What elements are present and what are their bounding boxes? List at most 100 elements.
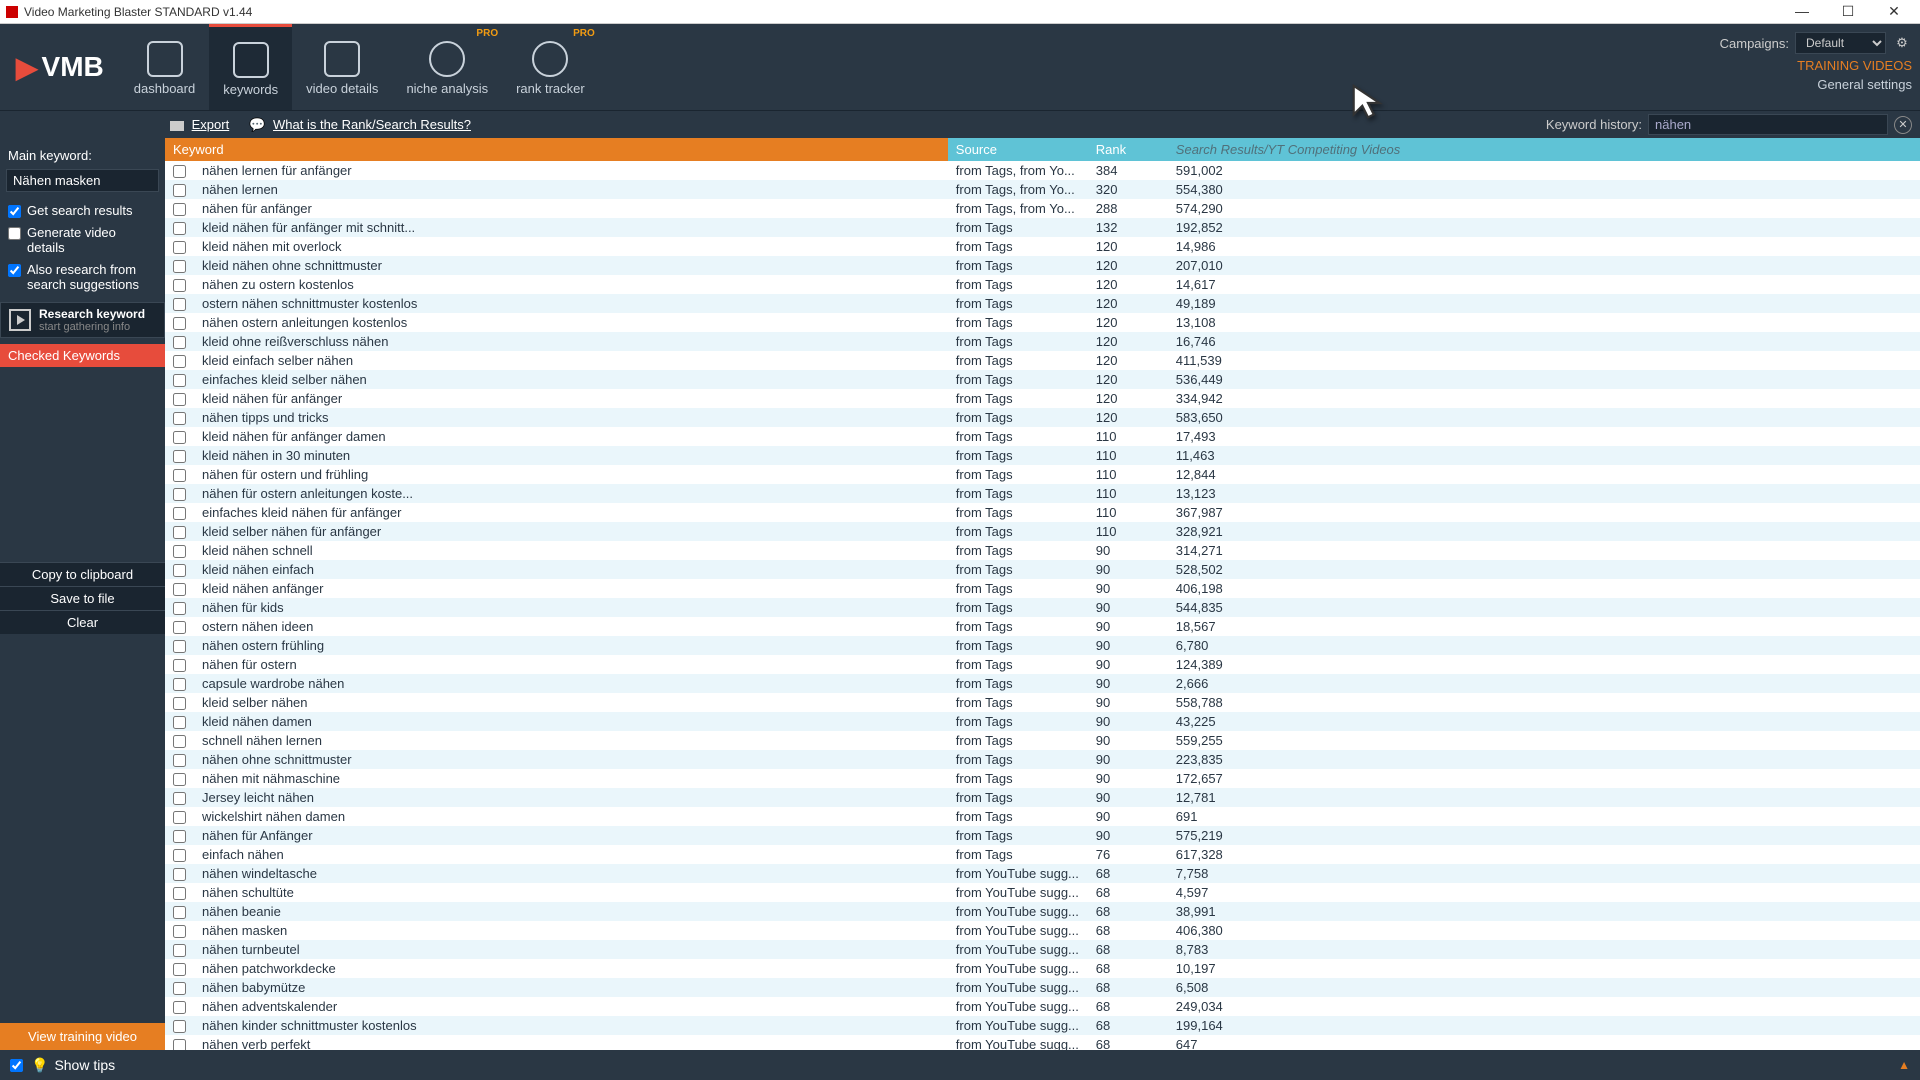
table-row[interactable]: nähen ostern anleitungen kostenlosfrom T… [165,313,1920,332]
table-row[interactable]: nähen für ostern anleitungen koste...fro… [165,484,1920,503]
minimize-button[interactable]: — [1788,3,1816,20]
table-row[interactable]: kleid nähen in 30 minutenfrom Tags11011,… [165,446,1920,465]
generate-video-details-check[interactable]: Generate video details [0,222,165,259]
row-checkbox[interactable] [173,963,186,976]
row-checkbox[interactable] [173,830,186,843]
row-checkbox[interactable] [173,393,186,406]
row-checkbox[interactable] [173,621,186,634]
table-row[interactable]: kleid nähen für anfängerfrom Tags120334,… [165,389,1920,408]
table-row[interactable]: wickelshirt nähen damenfrom Tags90691 [165,807,1920,826]
row-checkbox[interactable] [173,431,186,444]
research-keyword-button[interactable]: Research keyword start gathering info [0,302,165,338]
table-row[interactable]: schnell nähen lernenfrom Tags90559,255 [165,731,1920,750]
row-checkbox[interactable] [173,355,186,368]
main-keyword-input[interactable] [6,169,159,192]
row-checkbox[interactable] [173,279,186,292]
table-row[interactable]: nähen zu ostern kostenlosfrom Tags12014,… [165,275,1920,294]
table-row[interactable]: ostern nähen schnittmuster kostenlosfrom… [165,294,1920,313]
table-row[interactable]: kleid einfach selber nähenfrom Tags12041… [165,351,1920,370]
table-row[interactable]: nähen schultütefrom YouTube sugg...684,5… [165,883,1920,902]
row-checkbox[interactable] [173,716,186,729]
get-search-results-check[interactable]: Get search results [0,200,165,222]
tab-rank-tracker[interactable]: PRO rank tracker [502,24,599,110]
row-checkbox[interactable] [173,944,186,957]
table-row[interactable]: kleid ohne reißverschluss nähenfrom Tags… [165,332,1920,351]
tab-video-details[interactable]: video details [292,24,392,110]
table-row[interactable]: nähen adventskalenderfrom YouTube sugg..… [165,997,1920,1016]
export-link[interactable]: Export [170,117,229,132]
table-row[interactable]: ostern nähen ideenfrom Tags9018,567 [165,617,1920,636]
training-videos-link[interactable]: TRAINING VIDEOS [1797,58,1912,73]
col-results[interactable]: Search Results/YT Competiting Videos [1168,138,1920,161]
row-checkbox[interactable] [173,887,186,900]
row-checkbox[interactable] [173,450,186,463]
row-checkbox[interactable] [173,1001,186,1014]
row-checkbox[interactable] [173,811,186,824]
row-checkbox[interactable] [173,697,186,710]
table-row[interactable]: nähen ostern frühlingfrom Tags906,780 [165,636,1920,655]
table-row[interactable]: kleid nähen für anfänger damenfrom Tags1… [165,427,1920,446]
table-row[interactable]: nähen mit nähmaschinefrom Tags90172,657 [165,769,1920,788]
row-checkbox[interactable] [173,906,186,919]
table-row[interactable]: nähen turnbeutelfrom YouTube sugg...688,… [165,940,1920,959]
table-row[interactable]: nähen ohne schnittmusterfrom Tags90223,8… [165,750,1920,769]
tab-dashboard[interactable]: dashboard [120,24,209,110]
row-checkbox[interactable] [173,184,186,197]
copy-to-clipboard-button[interactable]: Copy to clipboard [0,562,165,586]
row-checkbox[interactable] [173,241,186,254]
col-rank[interactable]: Rank [1088,138,1168,161]
table-row[interactable]: nähen für anfängerfrom Tags, from Yo...2… [165,199,1920,218]
show-tips-check[interactable] [10,1059,23,1072]
table-row[interactable]: nähen für kidsfrom Tags90544,835 [165,598,1920,617]
table-row[interactable]: nähen maskenfrom YouTube sugg...68406,38… [165,921,1920,940]
tab-niche-analysis[interactable]: PRO niche analysis [392,24,502,110]
col-source[interactable]: Source [948,138,1088,161]
table-row[interactable]: nähen windeltaschefrom YouTube sugg...68… [165,864,1920,883]
row-checkbox[interactable] [173,868,186,881]
row-checkbox[interactable] [173,925,186,938]
row-checkbox[interactable] [173,203,186,216]
save-to-file-button[interactable]: Save to file [0,586,165,610]
table-row[interactable]: nähen verb perfektfrom YouTube sugg...68… [165,1035,1920,1050]
row-checkbox[interactable] [173,849,186,862]
row-checkbox[interactable] [173,602,186,615]
table-row[interactable]: nähen kinder schnittmuster kostenlosfrom… [165,1016,1920,1035]
row-checkbox[interactable] [173,754,186,767]
row-checkbox[interactable] [173,374,186,387]
row-checkbox[interactable] [173,982,186,995]
row-checkbox[interactable] [173,735,186,748]
row-checkbox[interactable] [173,488,186,501]
row-checkbox[interactable] [173,564,186,577]
table-row[interactable]: kleid nähen für anfänger mit schnitt...f… [165,218,1920,237]
table-row[interactable]: nähen für Anfängerfrom Tags90575,219 [165,826,1920,845]
table-row[interactable]: nähen lernenfrom Tags, from Yo...320554,… [165,180,1920,199]
table-row[interactable]: nähen babymützefrom YouTube sugg...686,5… [165,978,1920,997]
table-row[interactable]: Jersey leicht nähenfrom Tags9012,781 [165,788,1920,807]
table-row[interactable]: nähen tipps und tricksfrom Tags120583,65… [165,408,1920,427]
table-row[interactable]: kleid selber nähen für anfängerfrom Tags… [165,522,1920,541]
table-row[interactable]: nähen lernen für anfängerfrom Tags, from… [165,161,1920,180]
row-checkbox[interactable] [173,260,186,273]
row-checkbox[interactable] [173,792,186,805]
table-row[interactable]: nähen für osternfrom Tags90124,389 [165,655,1920,674]
table-row[interactable]: nähen patchworkdeckefrom YouTube sugg...… [165,959,1920,978]
row-checkbox[interactable] [173,469,186,482]
maximize-button[interactable]: ☐ [1834,3,1862,20]
row-checkbox[interactable] [173,1039,186,1050]
also-research-check[interactable]: Also research from search suggestions [0,259,165,296]
row-checkbox[interactable] [173,659,186,672]
tab-keywords[interactable]: keywords [209,24,292,110]
keyword-table[interactable]: Keyword Source Rank Search Results/YT Co… [165,138,1920,1050]
table-row[interactable]: kleid nähen einfachfrom Tags90528,502 [165,560,1920,579]
row-checkbox[interactable] [173,507,186,520]
table-row[interactable]: kleid nähen schnellfrom Tags90314,271 [165,541,1920,560]
table-row[interactable]: kleid nähen ohne schnittmusterfrom Tags1… [165,256,1920,275]
row-checkbox[interactable] [173,583,186,596]
table-row[interactable]: nähen für ostern und frühlingfrom Tags11… [165,465,1920,484]
table-row[interactable]: capsule wardrobe nähenfrom Tags902,666 [165,674,1920,693]
row-checkbox[interactable] [173,545,186,558]
close-button[interactable]: ✕ [1880,3,1908,20]
table-row[interactable]: kleid nähen damenfrom Tags9043,225 [165,712,1920,731]
row-checkbox[interactable] [173,1020,186,1033]
table-row[interactable]: kleid selber nähenfrom Tags90558,788 [165,693,1920,712]
